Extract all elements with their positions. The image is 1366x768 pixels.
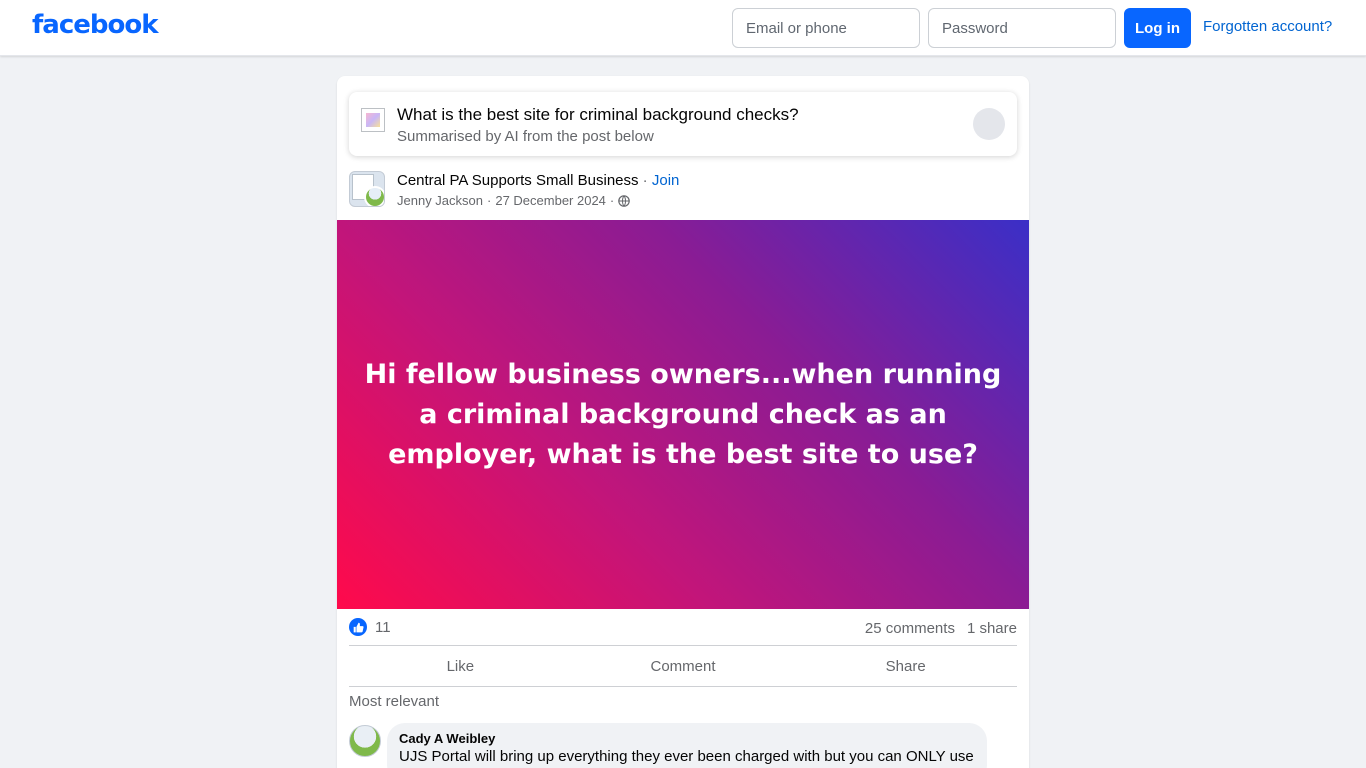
post-header-line: Central PA Supports Small Business · Joi… <box>397 172 679 189</box>
group-avatar[interactable] <box>349 171 385 207</box>
share-button[interactable]: Share <box>794 646 1017 686</box>
ai-summary-title: What is the best site for criminal backg… <box>397 105 799 124</box>
join-group-link[interactable]: Join <box>652 172 680 189</box>
login-button[interactable]: Log in <box>1124 8 1191 48</box>
globe-icon <box>618 194 631 207</box>
comment-text: UJS Portal will bring up everything they… <box>399 748 974 765</box>
shares-count[interactable]: 1 share <box>967 620 1017 637</box>
meta-separator: · <box>487 193 492 208</box>
email-field[interactable] <box>732 8 920 48</box>
reactions-summary[interactable]: 11 <box>349 618 391 636</box>
ai-summary-expand-button[interactable] <box>973 108 1005 140</box>
thumbs-up-icon <box>353 622 364 632</box>
author-avatar-overlay <box>364 186 384 206</box>
separator-dot: · <box>638 172 652 189</box>
engagement-counts: 25 comments 1 share <box>865 620 1017 637</box>
post-meta: Jenny Jackson · 27 December 2024 · <box>397 193 631 208</box>
like-button[interactable]: Like <box>349 646 572 686</box>
comment-bubble: Cady A Weibley UJS Portal will bring up … <box>387 723 987 768</box>
like-reaction-icon <box>349 618 367 636</box>
facebook-logo[interactable]: facebook <box>32 10 159 40</box>
top-navigation-bar: facebook Log in Forgotten account? <box>0 0 1366 56</box>
divider <box>349 686 1017 687</box>
ai-summary-icon <box>361 108 385 132</box>
post-author-link[interactable]: Jenny Jackson <box>397 193 483 208</box>
group-name-link[interactable]: Central PA Supports Small Business <box>397 172 639 189</box>
password-field[interactable] <box>928 8 1116 48</box>
forgotten-account-link[interactable]: Forgotten account? <box>1203 18 1332 35</box>
reaction-count: 11 <box>375 618 391 636</box>
commenter-avatar[interactable] <box>349 725 381 757</box>
post-date-link[interactable]: 27 December 2024 <box>495 193 606 208</box>
comments-count[interactable]: 25 comments <box>865 620 955 637</box>
commenter-name[interactable]: Cady A Weibley <box>399 731 975 746</box>
ai-summary-subtitle: Summarised by AI from the post below <box>397 128 654 145</box>
post-actions: Like Comment Share <box>349 646 1017 686</box>
meta-separator: · <box>609 193 615 208</box>
ai-summary-box[interactable]: What is the best site for criminal backg… <box>349 92 1017 156</box>
post-text: Hi fellow business owners...when running… <box>364 358 1002 470</box>
comment-sort-selector[interactable]: Most relevant <box>349 693 439 710</box>
comment-button[interactable]: Comment <box>572 646 795 686</box>
post-card: What is the best site for criminal backg… <box>337 76 1029 768</box>
post-background-image[interactable]: Hi fellow business owners...when running… <box>337 220 1029 609</box>
